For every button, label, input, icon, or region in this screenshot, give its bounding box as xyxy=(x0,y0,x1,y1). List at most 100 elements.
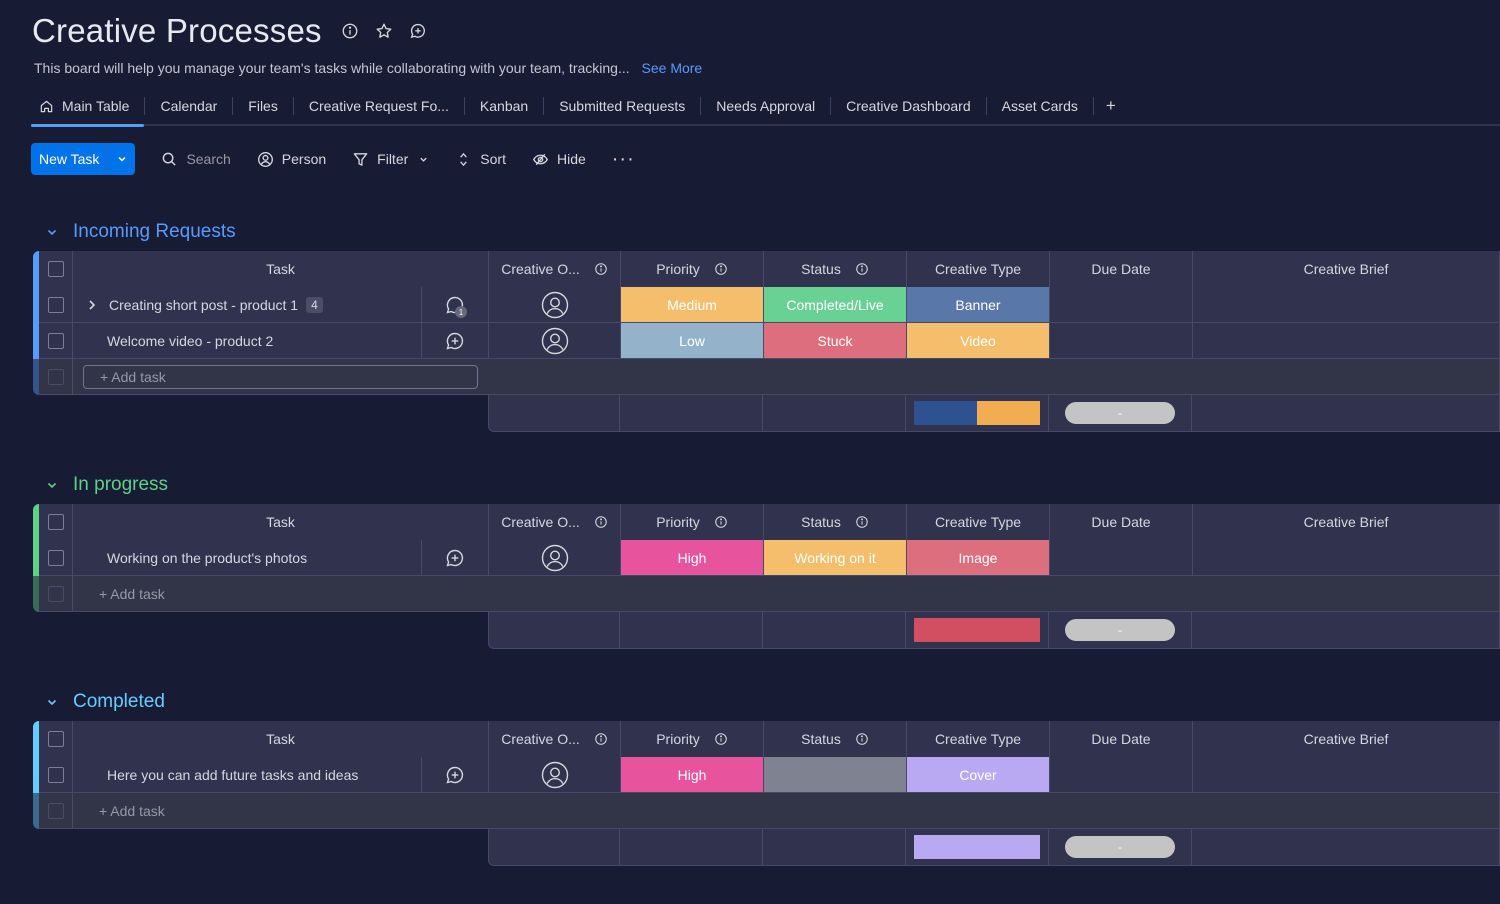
column-header-owner[interactable]: Creative O... xyxy=(489,721,621,758)
column-header-owner[interactable]: Creative O... xyxy=(489,251,621,288)
expand-subitems-icon[interactable] xyxy=(85,298,99,312)
new-task-dropdown[interactable] xyxy=(107,143,135,175)
group-header[interactable]: In progress xyxy=(45,471,168,499)
more-options-button[interactable]: ··· xyxy=(612,149,635,169)
status-label[interactable]: Working on it xyxy=(764,540,906,575)
status-label[interactable] xyxy=(764,757,906,792)
tab-main-table[interactable]: Main Table xyxy=(31,88,145,127)
chevron-down-icon[interactable] xyxy=(418,154,429,165)
priority-cell[interactable]: High xyxy=(621,540,764,576)
status-cell[interactable]: Stuck xyxy=(764,323,907,359)
column-header-creative-type[interactable]: Creative Type xyxy=(907,251,1050,288)
due-date-cell[interactable] xyxy=(1050,323,1193,359)
creative-type-cell[interactable]: Image xyxy=(907,540,1050,576)
row-checkbox[interactable] xyxy=(47,296,64,313)
creative-type-label[interactable]: Banner xyxy=(907,287,1049,322)
column-header-priority[interactable]: Priority xyxy=(621,504,764,541)
new-task-button[interactable]: New Task xyxy=(31,143,107,175)
chevron-down-icon[interactable] xyxy=(45,695,59,709)
info-icon[interactable] xyxy=(855,515,869,529)
add-task-input[interactable]: + Add task xyxy=(99,803,165,819)
tab-kanban[interactable]: Kanban xyxy=(465,88,543,124)
owner-cell[interactable] xyxy=(489,757,621,793)
type-distribution-bar[interactable] xyxy=(914,835,1040,859)
priority-cell[interactable]: Medium xyxy=(621,287,764,323)
tab-calendar[interactable]: Calendar xyxy=(145,88,232,124)
status-cell[interactable] xyxy=(764,757,907,793)
tab-creative-dashboard[interactable]: Creative Dashboard xyxy=(831,88,986,124)
search-button[interactable]: Search xyxy=(161,151,231,168)
owner-cell[interactable] xyxy=(489,287,621,323)
creative-brief-cell[interactable] xyxy=(1193,757,1500,793)
sort-button[interactable]: Sort xyxy=(455,151,506,168)
column-header-task[interactable]: Task xyxy=(73,504,489,541)
priority-cell[interactable]: High xyxy=(621,757,764,793)
column-header-due-date[interactable]: Due Date xyxy=(1050,251,1193,288)
due-date-range-pill[interactable]: - xyxy=(1065,836,1175,858)
column-header-creative-type[interactable]: Creative Type xyxy=(907,721,1050,758)
person-avatar-icon[interactable] xyxy=(541,544,569,572)
updates-button[interactable] xyxy=(422,757,488,792)
column-header-creative-type[interactable]: Creative Type xyxy=(907,504,1050,541)
row-checkbox[interactable] xyxy=(47,549,64,566)
creative-brief-cell[interactable] xyxy=(1193,323,1500,359)
creative-type-label[interactable]: Image xyxy=(907,540,1049,575)
column-header-priority[interactable]: Priority xyxy=(621,721,764,758)
task-name[interactable]: Here you can add future tasks and ideas xyxy=(107,767,358,783)
creative-brief-cell[interactable] xyxy=(1193,540,1500,576)
info-icon[interactable] xyxy=(340,21,360,41)
task-name-cell[interactable]: Here you can add future tasks and ideas xyxy=(73,757,422,792)
creative-type-label[interactable]: Video xyxy=(907,323,1049,358)
column-header-creative-brief[interactable]: Creative Brief xyxy=(1193,721,1500,758)
row-checkbox[interactable] xyxy=(47,766,64,783)
priority-label[interactable]: Low xyxy=(621,323,763,358)
summary-creative-type-cell[interactable] xyxy=(906,829,1049,866)
star-icon[interactable] xyxy=(374,21,394,41)
add-task-input[interactable]: + Add task xyxy=(83,364,478,389)
info-icon[interactable] xyxy=(594,515,608,529)
chevron-down-icon[interactable] xyxy=(45,225,59,239)
task-name[interactable]: Working on the product's photos xyxy=(107,550,307,566)
group-title[interactable]: Completed xyxy=(73,691,165,713)
hide-button[interactable]: Hide xyxy=(532,151,586,168)
see-more-link[interactable]: See More xyxy=(642,60,703,76)
row-checkbox[interactable] xyxy=(47,332,64,349)
add-task-input[interactable]: + Add task xyxy=(99,586,165,602)
priority-label[interactable]: High xyxy=(621,540,763,575)
column-header-task[interactable]: Task xyxy=(73,251,489,288)
creative-brief-cell[interactable] xyxy=(1193,287,1500,323)
person-filter-button[interactable]: Person xyxy=(257,151,326,168)
info-icon[interactable] xyxy=(855,732,869,746)
info-icon[interactable] xyxy=(594,262,608,276)
type-distribution-bar[interactable] xyxy=(914,401,1040,425)
column-header-due-date[interactable]: Due Date xyxy=(1050,721,1193,758)
info-icon[interactable] xyxy=(714,732,728,746)
due-date-cell[interactable] xyxy=(1050,540,1193,576)
info-icon[interactable] xyxy=(855,262,869,276)
creative-type-label[interactable]: Cover xyxy=(907,757,1049,792)
group-header[interactable]: Completed xyxy=(45,688,165,716)
tab-submitted-requests[interactable]: Submitted Requests xyxy=(544,88,700,124)
column-header-priority[interactable]: Priority xyxy=(621,251,764,288)
status-cell[interactable]: Completed/Live xyxy=(764,287,907,323)
person-avatar-icon[interactable] xyxy=(541,327,569,355)
group-title[interactable]: In progress xyxy=(73,474,168,496)
filter-button[interactable]: Filter xyxy=(352,151,429,168)
task-name-cell[interactable]: Welcome video - product 2 xyxy=(73,323,422,358)
priority-label[interactable]: Medium xyxy=(621,287,763,322)
updates-button[interactable] xyxy=(422,323,488,358)
task-name[interactable]: Creating short post - product 1 xyxy=(109,297,298,313)
owner-cell[interactable] xyxy=(489,323,621,359)
select-all-checkbox[interactable] xyxy=(47,261,64,277)
tab-creative-request-form[interactable]: Creative Request Fo... xyxy=(294,88,464,124)
column-header-status[interactable]: Status xyxy=(764,721,907,758)
status-cell[interactable]: Working on it xyxy=(764,540,907,576)
owner-cell[interactable] xyxy=(489,540,621,576)
due-date-cell[interactable] xyxy=(1050,757,1193,793)
creative-type-cell[interactable]: Video xyxy=(907,323,1050,359)
status-label[interactable]: Stuck xyxy=(764,323,906,358)
due-date-cell[interactable] xyxy=(1050,287,1193,323)
updates-button[interactable] xyxy=(422,540,488,575)
add-view-button[interactable]: + xyxy=(1094,88,1128,124)
board-title[interactable]: Creative Processes xyxy=(32,12,322,50)
